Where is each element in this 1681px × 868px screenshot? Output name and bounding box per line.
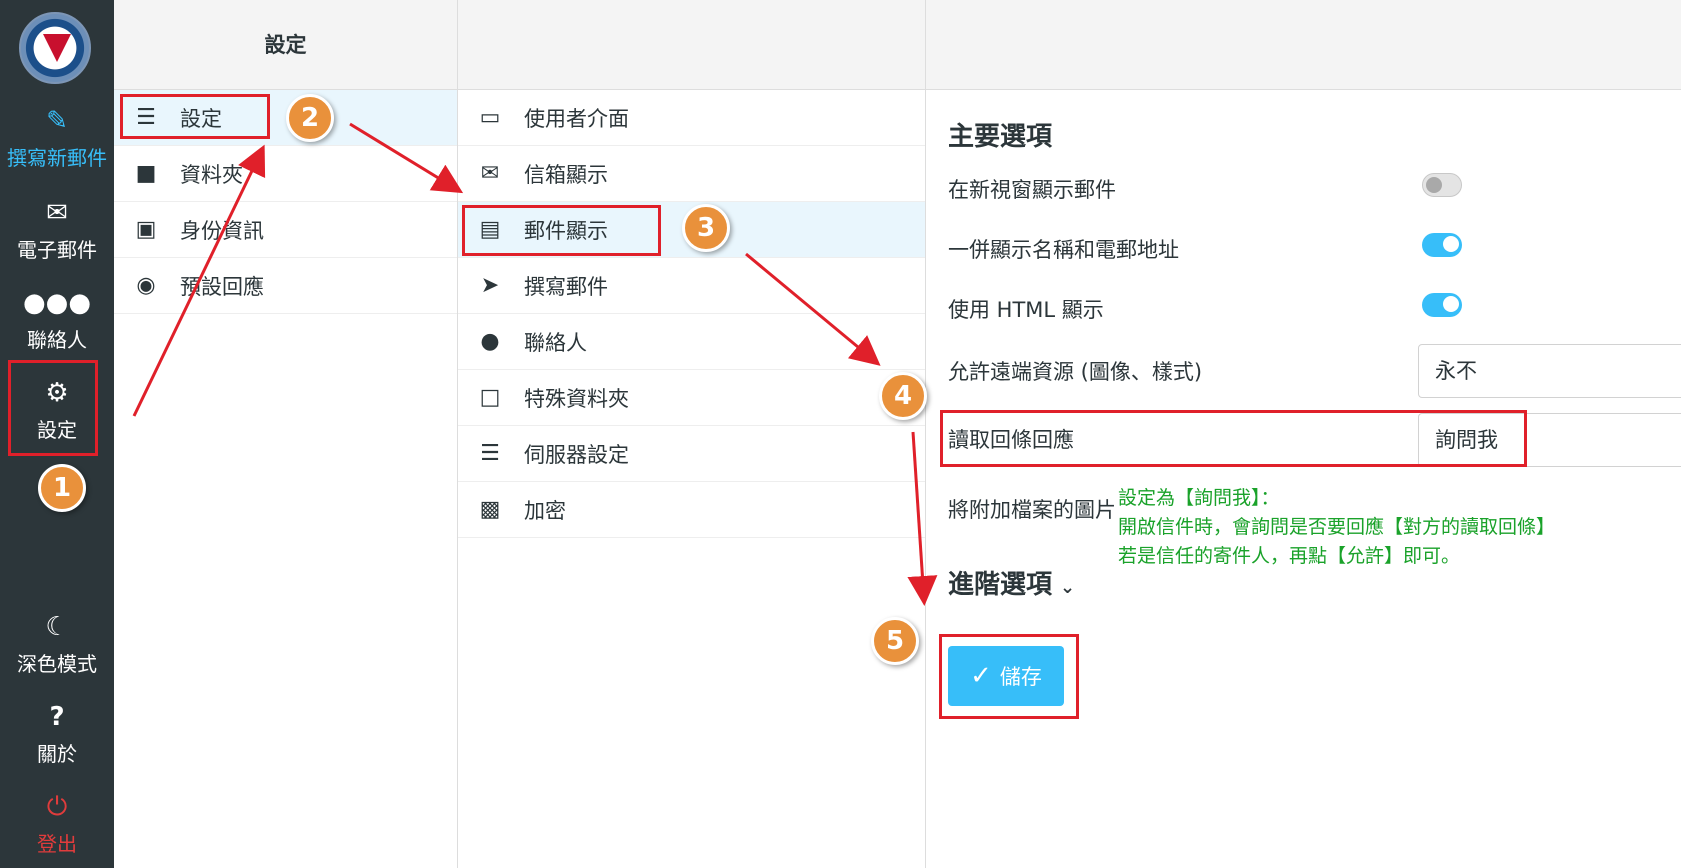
step-badge-5: 5 xyxy=(871,617,919,665)
highlight-settings-item xyxy=(120,94,270,139)
question-icon: ? xyxy=(49,702,65,732)
settings-item-label: 資料夾 xyxy=(180,162,243,187)
highlight-save-button xyxy=(939,634,1079,719)
annotation-note-line: 設定為【詢問我】： xyxy=(1118,487,1280,509)
section-item-label: 使用者介面 xyxy=(524,106,629,131)
sections-list: ▭ 使用者介面 ✉ 信箱顯示 ▤ 郵件顯示 ➤ 撰寫郵件 ● 聯絡人 □ 特殊資… xyxy=(458,0,926,868)
open-new-window-toggle[interactable] xyxy=(1422,173,1462,197)
html-display-label: 使用 HTML 顯示 xyxy=(948,298,1104,322)
section-item-label: 聯絡人 xyxy=(524,330,587,355)
folder-open-icon: □ xyxy=(479,385,501,410)
nav-logout[interactable]: ⏻ 登出 xyxy=(0,790,114,857)
chevron-down-icon: ⌄ xyxy=(1060,577,1076,598)
settings-item-label: 身份資訊 xyxy=(180,218,264,243)
users-icon: ●●● xyxy=(22,288,92,318)
nav-contacts[interactable]: ●●● 聯絡人 xyxy=(0,286,114,353)
section-item-encryption[interactable]: ▩ 加密 xyxy=(458,482,925,538)
settings-item-identities[interactable]: ▣ 身份資訊 xyxy=(114,202,457,258)
sections-header xyxy=(458,0,925,90)
settings-title: 設定 xyxy=(114,0,457,90)
section-item-label: 信箱顯示 xyxy=(524,162,608,187)
monitor-icon: ▭ xyxy=(479,105,501,130)
panel-header xyxy=(926,0,1681,90)
highlight-read-receipt xyxy=(940,410,1527,467)
section-item-label: 特殊資料夾 xyxy=(524,386,629,411)
nav-mail-label: 電子郵件 xyxy=(17,238,97,262)
id-card-icon: ▣ xyxy=(135,217,157,242)
remote-resources-select[interactable]: 永不 xyxy=(1418,344,1681,398)
section-item-label: 伺服器設定 xyxy=(524,442,629,467)
annotation-note-line: 開啟信件時，會詢問是否要回應【對方的讀取回條】 xyxy=(1118,516,1556,538)
step-badge-2: 2 xyxy=(286,94,334,142)
step-badge-3: 3 xyxy=(682,204,730,252)
show-name-email-toggle[interactable] xyxy=(1422,233,1462,257)
settings-item-folders[interactable]: ■ 資料夾 xyxy=(114,146,457,202)
main-options-title: 主要選項 xyxy=(948,122,1053,152)
highlight-message-view xyxy=(462,205,661,256)
server-icon: ☰ xyxy=(480,441,500,466)
step-badge-4: 4 xyxy=(879,372,927,420)
section-item-label: 撰寫郵件 xyxy=(524,274,608,299)
nav-compose-label: 撰寫新郵件 xyxy=(7,146,107,170)
nav-compose[interactable]: ✎ 撰寫新郵件 xyxy=(0,104,114,171)
advanced-options-toggle[interactable]: 進階選項 ⌄ xyxy=(948,564,1075,601)
section-item-server[interactable]: ☰ 伺服器設定 xyxy=(458,426,925,482)
nav-about-label: 關於 xyxy=(37,742,77,766)
university-logo xyxy=(19,12,91,84)
section-item-special-folders[interactable]: □ 特殊資料夾 xyxy=(458,370,925,426)
settings-item-responses[interactable]: ◉ 預設回應 xyxy=(114,258,457,314)
settings-item-label: 預設回應 xyxy=(180,274,264,299)
nav-about[interactable]: ? 關於 xyxy=(0,700,114,767)
html-display-toggle[interactable] xyxy=(1422,293,1462,317)
folder-icon: ■ xyxy=(135,161,157,186)
envelope-icon: ✉ xyxy=(480,161,500,186)
annotation-note-line: 若是信任的寄件人，再點【允許】即可。 xyxy=(1118,545,1461,567)
highlight-nav-settings xyxy=(8,360,98,456)
app-window: ✎ 撰寫新郵件 ✉ 電子郵件 ●●● 聯絡人 ⚙ 設定 ☾ 深色模式 ? 關於 … xyxy=(0,0,1681,868)
advanced-options-label: 進階選項 xyxy=(948,570,1053,600)
attachment-images-label: 將附加檔案的圖片 xyxy=(948,498,1116,522)
section-item-label: 加密 xyxy=(524,498,566,523)
envelope-icon: ✉ xyxy=(46,198,68,228)
lock-icon: ▩ xyxy=(479,497,501,522)
section-item-compose[interactable]: ➤ 撰寫郵件 xyxy=(458,258,925,314)
moon-icon: ☾ xyxy=(45,612,69,642)
power-icon: ⏻ xyxy=(46,792,68,822)
nav-logout-label: 登出 xyxy=(37,832,77,856)
users-icon: ● xyxy=(480,329,500,354)
comment-icon: ◉ xyxy=(136,273,156,298)
section-item-contacts[interactable]: ● 聯絡人 xyxy=(458,314,925,370)
paper-plane-icon: ➤ xyxy=(480,273,500,298)
step-badge-1: 1 xyxy=(38,464,86,512)
annotation-note: 設定為【詢問我】： 開啟信件時，會詢問是否要回應【對方的讀取回條】 若是信任的寄… xyxy=(1118,484,1556,571)
show-name-email-label: 一併顯示名稱和電郵地址 xyxy=(948,238,1179,262)
section-item-mailbox-view[interactable]: ✉ 信箱顯示 xyxy=(458,146,925,202)
open-new-window-label: 在新視窗顯示郵件 xyxy=(948,178,1116,202)
remote-resources-label: 允許遠端資源 (圖像、樣式) xyxy=(948,360,1203,384)
section-item-ui[interactable]: ▭ 使用者介面 xyxy=(458,90,925,146)
nav-mail[interactable]: ✉ 電子郵件 xyxy=(0,196,114,263)
nav-contacts-label: 聯絡人 xyxy=(27,328,87,352)
nav-dark-mode[interactable]: ☾ 深色模式 xyxy=(0,610,114,677)
compose-icon: ✎ xyxy=(46,106,68,136)
nav-dark-label: 深色模式 xyxy=(17,652,97,676)
